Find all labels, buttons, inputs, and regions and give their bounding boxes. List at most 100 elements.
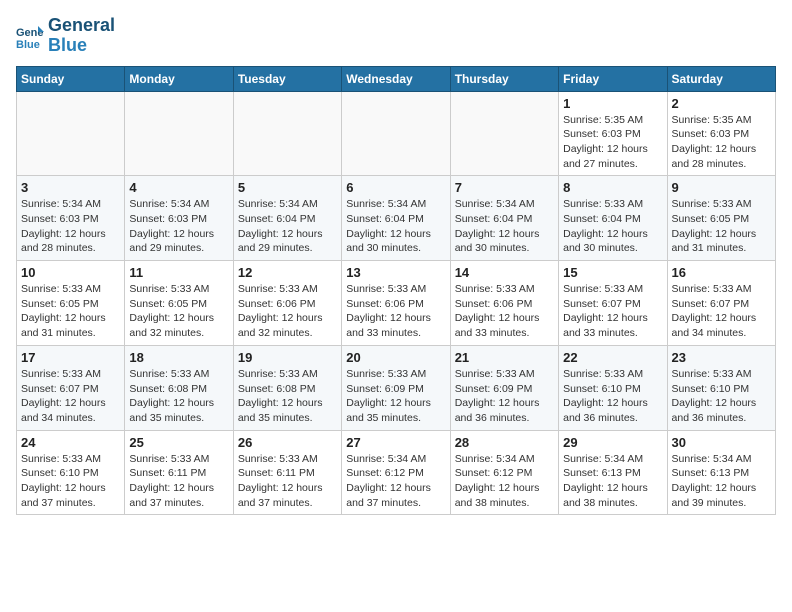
calendar-cell: 25 Sunrise: 5:33 AM Sunset: 6:11 PM Dayli…: [125, 430, 233, 515]
calendar-cell: 15 Sunrise: 5:33 AM Sunset: 6:07 PM Dayli…: [559, 261, 667, 346]
day-info: Sunrise: 5:33 AM Sunset: 6:10 PM Dayligh…: [21, 452, 120, 511]
logo-general: General: [48, 16, 115, 36]
day-number: 8: [563, 180, 662, 195]
calendar-cell: 7 Sunrise: 5:34 AM Sunset: 6:04 PM Daylig…: [450, 176, 558, 261]
day-number: 15: [563, 265, 662, 280]
calendar-cell: 18 Sunrise: 5:33 AM Sunset: 6:08 PM Dayli…: [125, 345, 233, 430]
day-info: Sunrise: 5:34 AM Sunset: 6:12 PM Dayligh…: [455, 452, 554, 511]
day-info: Sunrise: 5:33 AM Sunset: 6:07 PM Dayligh…: [672, 282, 771, 341]
calendar-cell: [17, 91, 125, 176]
calendar-cell: 23 Sunrise: 5:33 AM Sunset: 6:10 PM Dayli…: [667, 345, 775, 430]
day-number: 26: [238, 435, 337, 450]
day-info: Sunrise: 5:34 AM Sunset: 6:04 PM Dayligh…: [238, 197, 337, 256]
day-number: 30: [672, 435, 771, 450]
weekday-header-wednesday: Wednesday: [342, 66, 450, 91]
calendar-cell: 11 Sunrise: 5:33 AM Sunset: 6:05 PM Dayli…: [125, 261, 233, 346]
day-info: Sunrise: 5:33 AM Sunset: 6:06 PM Dayligh…: [455, 282, 554, 341]
day-number: 9: [672, 180, 771, 195]
day-number: 23: [672, 350, 771, 365]
day-info: Sunrise: 5:34 AM Sunset: 6:12 PM Dayligh…: [346, 452, 445, 511]
logo-blue: Blue: [48, 36, 115, 56]
svg-text:Blue: Blue: [16, 39, 40, 50]
day-number: 20: [346, 350, 445, 365]
day-number: 21: [455, 350, 554, 365]
day-info: Sunrise: 5:33 AM Sunset: 6:06 PM Dayligh…: [346, 282, 445, 341]
day-number: 19: [238, 350, 337, 365]
day-info: Sunrise: 5:34 AM Sunset: 6:04 PM Dayligh…: [455, 197, 554, 256]
day-info: Sunrise: 5:33 AM Sunset: 6:07 PM Dayligh…: [21, 367, 120, 426]
day-info: Sunrise: 5:33 AM Sunset: 6:07 PM Dayligh…: [563, 282, 662, 341]
day-number: 7: [455, 180, 554, 195]
day-info: Sunrise: 5:34 AM Sunset: 6:03 PM Dayligh…: [21, 197, 120, 256]
day-number: 16: [672, 265, 771, 280]
calendar-cell: 28 Sunrise: 5:34 AM Sunset: 6:12 PM Dayli…: [450, 430, 558, 515]
calendar-cell: [125, 91, 233, 176]
day-info: Sunrise: 5:33 AM Sunset: 6:06 PM Dayligh…: [238, 282, 337, 341]
day-number: 11: [129, 265, 228, 280]
day-number: 6: [346, 180, 445, 195]
day-number: 1: [563, 96, 662, 111]
day-number: 4: [129, 180, 228, 195]
calendar-cell: 24Sunrise: 5:33 AM Sunset: 6:10 PM Dayli…: [17, 430, 125, 515]
day-info: Sunrise: 5:34 AM Sunset: 6:13 PM Dayligh…: [563, 452, 662, 511]
day-number: 28: [455, 435, 554, 450]
day-number: 13: [346, 265, 445, 280]
calendar-cell: 10 Sunrise: 5:33 AM Sunset: 6:05 PM Dayli…: [17, 261, 125, 346]
calendar-cell: 1Sunrise: 5:35 AM Sunset: 6:03 PM Daylig…: [559, 91, 667, 176]
weekday-header-friday: Friday: [559, 66, 667, 91]
calendar-cell: 12 Sunrise: 5:33 AM Sunset: 6:06 PM Dayli…: [233, 261, 341, 346]
calendar-cell: [342, 91, 450, 176]
calendar-cell: 22 Sunrise: 5:33 AM Sunset: 6:10 PM Dayli…: [559, 345, 667, 430]
day-number: 29: [563, 435, 662, 450]
calendar-cell: 19 Sunrise: 5:33 AM Sunset: 6:08 PM Dayli…: [233, 345, 341, 430]
day-info: Sunrise: 5:33 AM Sunset: 6:11 PM Dayligh…: [129, 452, 228, 511]
day-info: Sunrise: 5:33 AM Sunset: 6:10 PM Dayligh…: [563, 367, 662, 426]
day-info: Sunrise: 5:33 AM Sunset: 6:09 PM Dayligh…: [455, 367, 554, 426]
calendar-cell: 16 Sunrise: 5:33 AM Sunset: 6:07 PM Dayli…: [667, 261, 775, 346]
calendar-cell: 8 Sunrise: 5:33 AM Sunset: 6:04 PM Daylig…: [559, 176, 667, 261]
day-info: Sunrise: 5:33 AM Sunset: 6:11 PM Dayligh…: [238, 452, 337, 511]
day-number: 5: [238, 180, 337, 195]
day-info: Sunrise: 5:33 AM Sunset: 6:08 PM Dayligh…: [238, 367, 337, 426]
calendar-table: SundayMondayTuesdayWednesdayThursdayFrid…: [16, 66, 776, 516]
calendar-cell: 21 Sunrise: 5:33 AM Sunset: 6:09 PM Dayli…: [450, 345, 558, 430]
day-number: 14: [455, 265, 554, 280]
calendar-cell: 30 Sunrise: 5:34 AM Sunset: 6:13 PM Dayli…: [667, 430, 775, 515]
calendar-cell: 26 Sunrise: 5:33 AM Sunset: 6:11 PM Dayli…: [233, 430, 341, 515]
calendar-cell: 29 Sunrise: 5:34 AM Sunset: 6:13 PM Dayli…: [559, 430, 667, 515]
day-number: 10: [21, 265, 120, 280]
day-number: 2: [672, 96, 771, 111]
logo: General Blue General Blue: [16, 16, 115, 56]
calendar-cell: 5 Sunrise: 5:34 AM Sunset: 6:04 PM Daylig…: [233, 176, 341, 261]
day-number: 18: [129, 350, 228, 365]
day-info: Sunrise: 5:33 AM Sunset: 6:10 PM Dayligh…: [672, 367, 771, 426]
calendar-cell: 17 Sunrise: 5:33 AM Sunset: 6:07 PM Dayli…: [17, 345, 125, 430]
day-info: Sunrise: 5:33 AM Sunset: 6:05 PM Dayligh…: [21, 282, 120, 341]
day-number: 25: [129, 435, 228, 450]
calendar-cell: 9 Sunrise: 5:33 AM Sunset: 6:05 PM Daylig…: [667, 176, 775, 261]
day-info: Sunrise: 5:33 AM Sunset: 6:05 PM Dayligh…: [672, 197, 771, 256]
day-number: 12: [238, 265, 337, 280]
calendar-cell: 27Sunrise: 5:34 AM Sunset: 6:12 PM Dayli…: [342, 430, 450, 515]
day-info: Sunrise: 5:34 AM Sunset: 6:03 PM Dayligh…: [129, 197, 228, 256]
calendar-cell: 13 Sunrise: 5:33 AM Sunset: 6:06 PM Dayli…: [342, 261, 450, 346]
day-number: 3: [21, 180, 120, 195]
day-number: 22: [563, 350, 662, 365]
day-info: Sunrise: 5:33 AM Sunset: 6:04 PM Dayligh…: [563, 197, 662, 256]
calendar-cell: 14 Sunrise: 5:33 AM Sunset: 6:06 PM Dayli…: [450, 261, 558, 346]
calendar-cell: [233, 91, 341, 176]
weekday-header-thursday: Thursday: [450, 66, 558, 91]
day-info: Sunrise: 5:33 AM Sunset: 6:05 PM Dayligh…: [129, 282, 228, 341]
day-info: Sunrise: 5:35 AM Sunset: 6:03 PM Dayligh…: [672, 113, 771, 172]
calendar-cell: [450, 91, 558, 176]
calendar-cell: 2 Sunrise: 5:35 AM Sunset: 6:03 PM Daylig…: [667, 91, 775, 176]
calendar-cell: 20 Sunrise: 5:33 AM Sunset: 6:09 PM Dayli…: [342, 345, 450, 430]
calendar-cell: 3 Sunrise: 5:34 AM Sunset: 6:03 PM Daylig…: [17, 176, 125, 261]
day-info: Sunrise: 5:33 AM Sunset: 6:08 PM Dayligh…: [129, 367, 228, 426]
day-info: Sunrise: 5:34 AM Sunset: 6:04 PM Dayligh…: [346, 197, 445, 256]
day-info: Sunrise: 5:34 AM Sunset: 6:13 PM Dayligh…: [672, 452, 771, 511]
weekday-header-monday: Monday: [125, 66, 233, 91]
day-number: 17: [21, 350, 120, 365]
day-info: Sunrise: 5:33 AM Sunset: 6:09 PM Dayligh…: [346, 367, 445, 426]
weekday-header-tuesday: Tuesday: [233, 66, 341, 91]
